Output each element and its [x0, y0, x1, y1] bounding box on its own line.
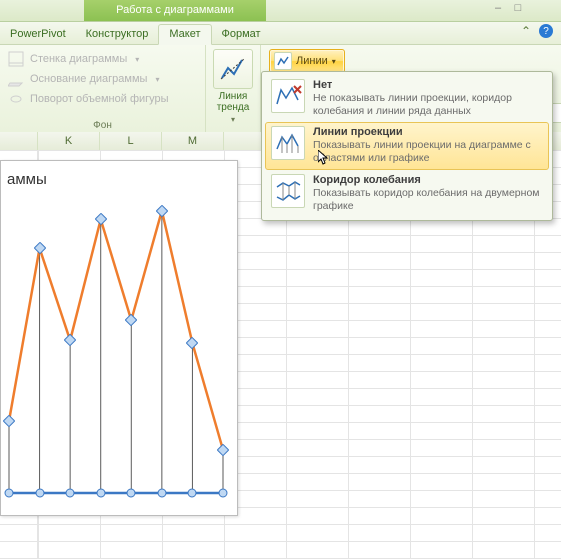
trendline-label: Линия тренда [206, 91, 260, 113]
column-header-l[interactable]: L [100, 132, 162, 150]
contextual-tab-title: Работа с диаграммами [84, 0, 266, 21]
baseline-point-handle[interactable] [96, 489, 105, 498]
chart-wall-icon [8, 51, 24, 67]
baseline-point-handle[interactable] [66, 489, 75, 498]
baseline-point-handle[interactable] [5, 489, 14, 498]
ribbon-group-background: Стенка диаграммы ▾ Основание диаграммы ▾… [0, 45, 206, 133]
chevron-down-icon: ▾ [155, 75, 159, 84]
chart-wall-button: Стенка диаграммы ▾ [6, 49, 199, 69]
droplines-icon [271, 126, 305, 160]
lines-option-highlow[interactable]: Коридор колебания Показывать коридор кол… [265, 170, 549, 217]
column-header-blank[interactable] [0, 132, 38, 150]
baseline-point-handle[interactable] [35, 489, 44, 498]
rotate-3d-icon [8, 91, 24, 107]
tab-format[interactable]: Формат [212, 25, 271, 44]
lines-option-droplines[interactable]: Линии проекции Показывать линии проекции… [265, 122, 549, 169]
chart-floor-label: Основание диаграммы [30, 73, 147, 85]
rotate-3d-label: Поворот объемной фигуры [30, 93, 169, 105]
window-controls: ‒ □ [491, 2, 525, 14]
baseline-point-handle[interactable] [219, 489, 228, 498]
lines-dropdown-label: Линии [296, 55, 328, 67]
lines-option-droplines-desc: Показывать линии проекции на диаграмме с… [313, 139, 543, 165]
chart-plot-area[interactable] [5, 193, 229, 507]
titlebar: Работа с диаграммами ‒ □ [0, 0, 561, 22]
tab-constructor[interactable]: Конструктор [76, 25, 159, 44]
line-none-icon [271, 79, 305, 113]
baseline-point-handle[interactable] [157, 489, 166, 498]
lines-option-highlow-title: Коридор колебания [313, 174, 543, 186]
baseline-point-handle[interactable] [127, 489, 136, 498]
ribbon-tabs: PowerPivot Конструктор Макет Формат ⌃ ? [0, 22, 561, 45]
ribbon-group-trendline: Линия тренда ▾ [206, 45, 261, 133]
column-header-m[interactable]: M [162, 132, 224, 150]
column-header-k[interactable]: K [38, 132, 100, 150]
embedded-chart[interactable]: аммы [0, 160, 238, 516]
rotate-3d-button: Поворот объемной фигуры [6, 89, 199, 109]
lines-dropdown-menu: Нет Не показывать линии проекции, коридо… [261, 71, 553, 221]
baseline-point-handle[interactable] [188, 489, 197, 498]
tab-layout[interactable]: Макет [158, 24, 211, 45]
tab-powerpivot[interactable]: PowerPivot [0, 25, 76, 44]
cursor-icon [318, 150, 330, 166]
ribbon-minimize-icon[interactable]: ⌃ [521, 24, 531, 38]
lines-dropdown-button[interactable]: Линии ▾ [269, 49, 345, 73]
ribbon-group-label-background: Фон [0, 120, 205, 131]
help-icon[interactable]: ? [539, 24, 553, 38]
highlow-icon [271, 174, 305, 208]
lines-option-none-title: Нет [313, 79, 543, 91]
lines-option-none-desc: Не показывать линии проекции, коридор ко… [313, 92, 543, 118]
restore-window-btn[interactable]: □ [511, 2, 525, 14]
ribbon-body: Стенка диаграммы ▾ Основание диаграммы ▾… [0, 45, 561, 134]
chevron-down-icon: ▾ [231, 115, 235, 124]
lines-option-none[interactable]: Нет Не показывать линии проекции, коридо… [265, 75, 549, 122]
trendline-icon [218, 54, 248, 84]
chart-floor-button: Основание диаграммы ▾ [6, 69, 199, 89]
line-chart-icon [274, 52, 292, 70]
chart-floor-icon [8, 71, 24, 87]
chart-wall-label: Стенка диаграммы [30, 53, 127, 65]
minimize-window-btn[interactable]: ‒ [491, 2, 505, 14]
trendline-button[interactable] [213, 49, 253, 89]
lines-option-droplines-title: Линии проекции [313, 126, 543, 138]
chart-title[interactable]: аммы [5, 171, 229, 193]
chevron-down-icon: ▾ [135, 55, 139, 64]
lines-option-highlow-desc: Показывать коридор колебания на двумерно… [313, 187, 543, 213]
chevron-down-icon: ▾ [332, 57, 336, 66]
